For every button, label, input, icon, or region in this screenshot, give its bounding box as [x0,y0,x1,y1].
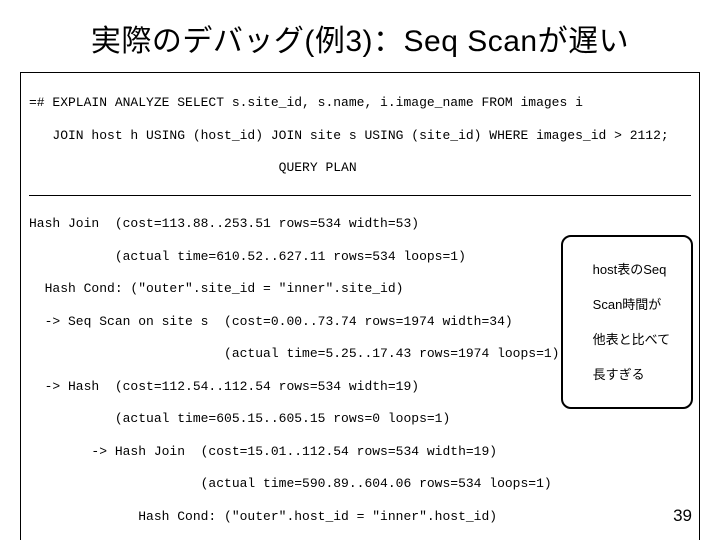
callout-line: host表のSeq [593,262,667,277]
slide: 実際のデバッグ(例3)：Seq Scanが遅い =# EXPLAIN ANALY… [0,0,720,540]
sql-line: QUERY PLAN [29,160,691,176]
page-number: 39 [673,506,692,526]
sql-line: =# EXPLAIN ANALYZE SELECT s.site_id, s.n… [29,95,691,111]
plan-line: Hash Cond: ("outer".host_id = "inner".ho… [29,509,691,525]
callout-line: Scan時間が [593,297,662,312]
plan-line: Hash Join (cost=113.88..253.51 rows=534 … [29,216,691,232]
callout-line: 長すぎる [593,367,645,382]
divider [29,195,691,196]
plan-line: (actual time=605.15..605.15 rows=0 loops… [29,411,691,427]
callout-box: host表のSeq Scan時間が 他表と比べて 長すぎる [561,235,693,409]
plan-line: (actual time=590.89..604.06 rows=534 loo… [29,476,691,492]
callout-line: 他表と比べて [593,332,670,347]
slide-title: 実際のデバッグ(例3)：Seq Scanが遅い [20,16,700,60]
plan-line: -> Hash Join (cost=15.01..112.54 rows=53… [29,444,691,460]
query-plan-box: =# EXPLAIN ANALYZE SELECT s.site_id, s.n… [20,72,700,540]
sql-line: JOIN host h USING (host_id) JOIN site s … [29,128,691,144]
